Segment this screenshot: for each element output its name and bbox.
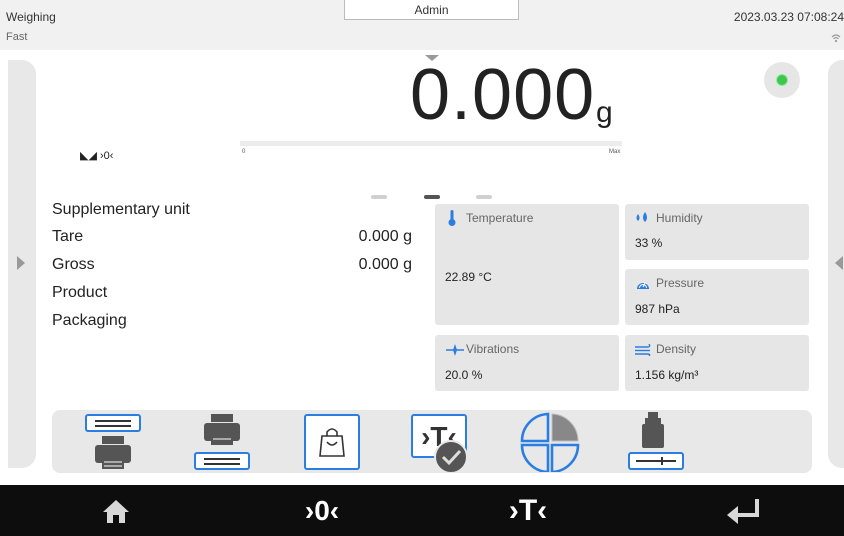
print-footer-button[interactable]	[194, 410, 250, 472]
tare-button[interactable]: ›T‹	[488, 485, 568, 536]
humidity-value: 33 %	[635, 236, 663, 250]
home-icon	[103, 499, 129, 523]
humidity-title: Humidity	[656, 211, 703, 225]
zero-button[interactable]: ›0‹	[282, 485, 362, 536]
packaging-button[interactable]	[304, 410, 360, 472]
packaging-icon	[304, 414, 360, 470]
wifi-icon	[831, 30, 841, 43]
page-dot-active[interactable]	[424, 195, 440, 199]
page-dot[interactable]	[476, 195, 492, 199]
pressure-value: 987 hPa	[635, 302, 680, 316]
chevron-left-icon	[835, 256, 843, 275]
pressure-tile[interactable]: Pressure 987 hPa	[625, 269, 809, 325]
vibrations-tile[interactable]: Vibrations 20.0 %	[435, 335, 619, 391]
sectors-button[interactable]	[520, 410, 580, 474]
user-tab[interactable]: Admin	[344, 0, 519, 20]
humidity-tile[interactable]: Humidity 33 %	[625, 204, 809, 260]
info-value-tare: 0.000 g	[358, 228, 412, 245]
vibrations-value: 20.0 %	[445, 368, 483, 382]
bar-max-label: Max	[609, 149, 621, 155]
info-label-packaging: Packaging	[52, 312, 127, 329]
info-label-product: Product	[52, 284, 108, 301]
info-label-gross: Gross	[52, 256, 95, 273]
stability-indicator: ◣◢ ›0‹	[80, 150, 114, 162]
info-label-tare: Tare	[52, 228, 84, 245]
load-bar	[240, 141, 622, 146]
print-footer-icon	[194, 414, 250, 470]
chevron-right-icon	[17, 256, 25, 275]
temperature-tile[interactable]: Temperature 22.89 °C	[435, 204, 619, 325]
tare-confirm-icon: ›T‹	[411, 414, 468, 474]
density-icon	[635, 343, 653, 361]
density-button[interactable]	[628, 410, 684, 472]
density-tile[interactable]: Density 1.156 kg/m³	[625, 335, 809, 391]
thermometer-icon	[448, 210, 456, 231]
bar-min-label: 0	[242, 149, 246, 155]
enter-button[interactable]	[704, 485, 784, 536]
info-value-gross: 0.000 g	[358, 256, 412, 273]
print-header-icon	[85, 414, 141, 469]
weight-value: 0.000	[410, 55, 596, 135]
home-button[interactable]	[76, 485, 156, 536]
tare-confirm-button[interactable]: ›T‹	[411, 410, 468, 474]
speed-label: Fast	[6, 31, 28, 43]
mode-label[interactable]: Weighing	[6, 10, 56, 24]
print-header-button[interactable]	[85, 410, 141, 472]
vibrations-title: Vibrations	[466, 342, 520, 356]
enter-icon	[727, 498, 759, 524]
info-label-supplementary: Supplementary unit	[52, 201, 190, 218]
density-icon	[628, 412, 684, 470]
density-value: 1.156 kg/m³	[635, 368, 699, 382]
pressure-title: Pressure	[656, 276, 705, 290]
humidity-icon	[634, 211, 650, 229]
vibration-icon	[446, 343, 464, 361]
weight-unit[interactable]: g	[596, 96, 613, 130]
sectors-icon	[520, 412, 580, 474]
temperature-value: 22.89 °C	[445, 270, 492, 284]
density-title: Density	[656, 342, 697, 356]
gauge-icon	[636, 277, 650, 295]
datetime: 2023.03.23 07:08:24	[733, 10, 844, 24]
status-indicator[interactable]	[764, 62, 800, 98]
page-dot[interactable]	[371, 195, 387, 199]
temperature-title: Temperature	[466, 211, 534, 225]
